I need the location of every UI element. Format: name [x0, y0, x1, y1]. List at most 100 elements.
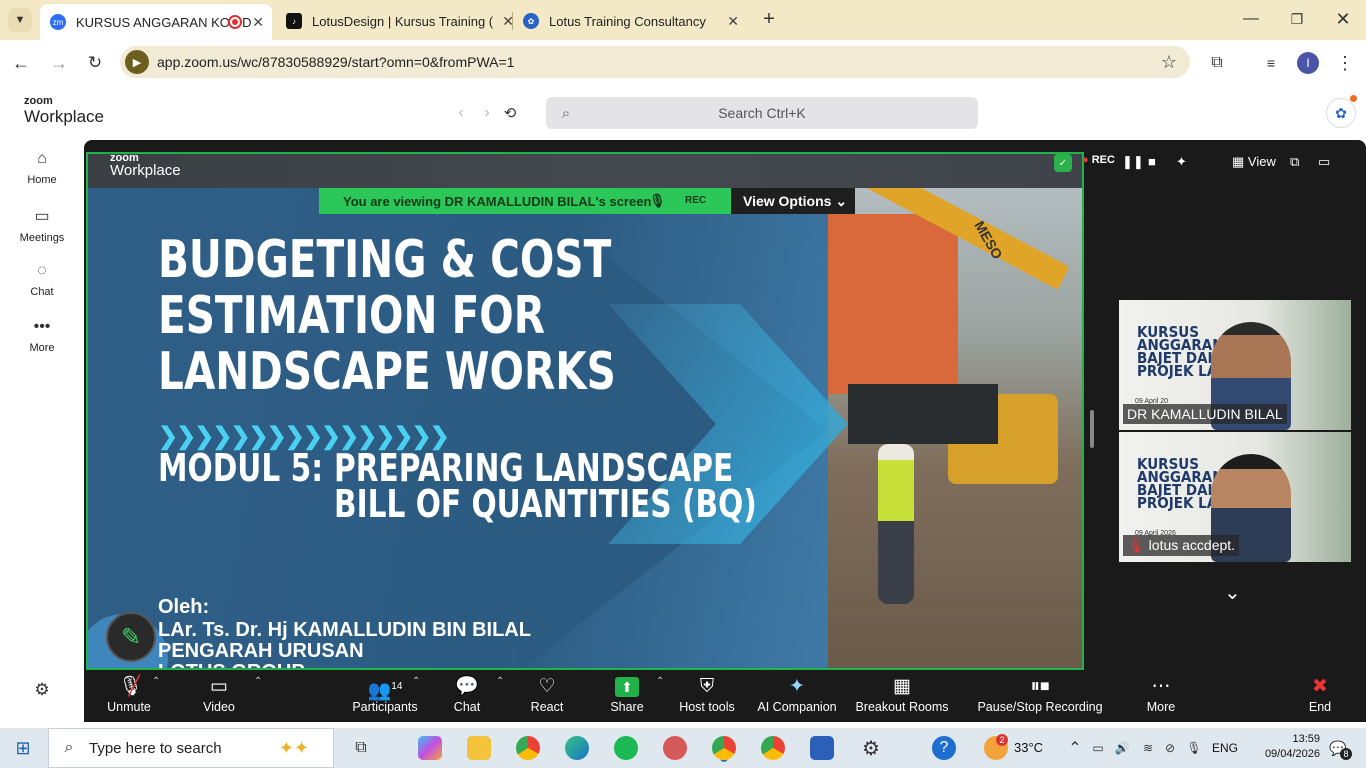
participant-count: 14: [391, 681, 403, 692]
new-tab-icon[interactable]: +: [758, 8, 780, 30]
stop-recording-icon[interactable]: ■: [1148, 154, 1156, 169]
restore-window-icon[interactable]: ❐: [1286, 8, 1308, 30]
view-options-button[interactable]: View Options ⌄: [731, 188, 855, 214]
sidebar-item-label: Home: [27, 174, 57, 186]
close-tab-icon[interactable]: ✕: [252, 14, 264, 31]
security-shield-icon[interactable]: ✓: [1054, 154, 1072, 172]
participant-name-text: lotus accdept.: [1148, 537, 1236, 553]
language-indicator[interactable]: ENG: [1212, 741, 1238, 755]
copilot-icon[interactable]: [418, 736, 442, 760]
chrome-profile-2-icon[interactable]: [761, 736, 785, 760]
back-icon[interactable]: ←: [10, 52, 32, 74]
edge-icon[interactable]: [565, 736, 589, 760]
weather-temperature[interactable]: 33°C: [1014, 740, 1043, 755]
viewing-banner: You are viewing DR KAMALLUDIN BILAL's sc…: [319, 188, 731, 214]
windows-start-icon[interactable]: ⊞: [12, 737, 34, 759]
participant-tile[interactable]: KURSUS ANGGARAN KOS & BAJET DALAM PROJEK…: [1119, 300, 1351, 430]
pause-recording-icon[interactable]: ❚❚: [1122, 154, 1144, 170]
participant-name: 🎙 lotus accdept.: [1123, 535, 1240, 556]
chrome-profile-icon[interactable]: [712, 736, 736, 760]
app-icon[interactable]: [663, 736, 687, 760]
view-button[interactable]: ▦ View: [1232, 154, 1276, 170]
view-label: View: [1247, 154, 1276, 169]
chrome-icon[interactable]: [516, 736, 540, 760]
forward-icon[interactable]: →: [48, 52, 70, 74]
word-icon[interactable]: [810, 736, 834, 760]
more-button[interactable]: ⋯ More: [1106, 674, 1216, 714]
settings-gear-icon[interactable]: ⚙: [32, 680, 52, 700]
control-label: Participants: [352, 700, 418, 714]
tray-battery-icon[interactable]: ▭: [1090, 738, 1106, 758]
help-icon[interactable]: ?: [932, 736, 956, 760]
settings-icon[interactable]: ⚙: [859, 736, 883, 760]
control-label: Chat: [453, 700, 481, 714]
nav-back-icon[interactable]: ‹: [452, 104, 470, 122]
ai-sparkle-icon[interactable]: ✦: [1176, 154, 1187, 170]
sidebar-item-meetings[interactable]: ▭ Meetings: [0, 206, 84, 244]
nav-forward-icon[interactable]: ›: [478, 104, 496, 122]
annotate-pen-icon[interactable]: ✎: [106, 612, 156, 662]
extensions-icon[interactable]: ⧉: [1206, 52, 1228, 74]
site-camera-icon[interactable]: ▶: [125, 50, 149, 74]
grid-icon: ▦: [893, 676, 911, 697]
sidebar-item-more[interactable]: ••• More: [0, 318, 84, 354]
reload-icon[interactable]: ↻: [84, 52, 106, 74]
end-button[interactable]: ✖ End: [1265, 674, 1366, 714]
file-explorer-icon[interactable]: [467, 736, 491, 760]
tray-wifi-icon[interactable]: ≋: [1140, 738, 1156, 758]
tray-mic-icon[interactable]: 🎙: [1186, 738, 1202, 758]
sparkle-icon: ✦: [789, 676, 805, 697]
taskbar-clock[interactable]: 13:59 09/04/2026: [1260, 732, 1320, 762]
control-label: Video: [203, 700, 235, 714]
shared-screen: MESO zoom Workplace BUDGETING & COST EST…: [86, 152, 1084, 670]
viewing-rec-label: REC: [685, 195, 707, 206]
zoom-header: zoom Workplace ‹ › ⟲ ⌕ Search Ctrl+K ✿: [0, 86, 1366, 140]
participant-tile[interactable]: KURSUS ANGGARAN KOS & BAJET DALAM PROJEK…: [1119, 432, 1351, 562]
bookmark-star-icon[interactable]: ☆: [1158, 51, 1180, 73]
pause-stop-recording-button[interactable]: ⏸⏹ Pause/Stop Recording: [970, 674, 1110, 714]
tab-lotus-training[interactable]: ✿ Lotus Training Consultancy ✕: [513, 6, 747, 36]
windows-taskbar: ⊞ ⌕ Type here to search ✦✦ ⧉ ⚙ ? 2 33°C …: [0, 728, 1366, 768]
module-line: PREPARING LANDSCAPE: [333, 446, 734, 490]
slide-org: LOTUS GROUP: [158, 661, 305, 668]
browser-menu-icon[interactable]: ⋮: [1334, 52, 1356, 74]
url-text[interactable]: app.zoom.us/wc/87830588929/start?omn=0&f…: [157, 54, 514, 70]
shared-top-bar: zoom Workplace: [88, 154, 1082, 188]
tab-label: Lotus Training Consultancy: [549, 13, 706, 29]
media-control-icon[interactable]: ≡: [1260, 52, 1282, 74]
zoom-search-input[interactable]: ⌕ Search Ctrl+K: [546, 97, 978, 129]
splitter-handle[interactable]: [1090, 410, 1094, 448]
mic-muted-icon: 🎙: [1127, 537, 1145, 553]
slide-role: PENGARAH URUSAN: [158, 640, 364, 662]
fullscreen-icon[interactable]: ▭: [1318, 154, 1330, 170]
address-field[interactable]: ▶ app.zoom.us/wc/87830588929/start?omn=0…: [120, 46, 1190, 78]
spotify-icon[interactable]: [614, 736, 638, 760]
minimize-window-icon[interactable]: —: [1240, 8, 1262, 30]
close-tab-icon[interactable]: ✕: [727, 13, 739, 30]
sidebar-item-chat[interactable]: ◌ Chat: [0, 262, 84, 298]
breakout-rooms-button[interactable]: ▦ Breakout Rooms: [847, 674, 957, 714]
caret-up-icon[interactable]: ⌃: [254, 676, 262, 687]
sidebar-item-home[interactable]: ⌂ Home: [0, 150, 84, 186]
profile-avatar[interactable]: I: [1297, 52, 1319, 74]
video-button[interactable]: ▭ Video ⌃: [164, 674, 274, 714]
notification-dot: [1350, 95, 1357, 102]
history-icon[interactable]: ⟲: [500, 103, 520, 123]
picture-in-picture-icon[interactable]: ⧉: [1290, 154, 1299, 170]
slide-worker-figure: [878, 444, 914, 604]
tab-search-dropdown-icon[interactable]: ▼: [8, 8, 32, 32]
ai-companion-button[interactable]: ✦ AI Companion: [742, 674, 852, 714]
task-view-icon[interactable]: ⧉: [350, 737, 372, 759]
tray-volume-icon[interactable]: 🔊: [1114, 738, 1130, 758]
close-window-icon[interactable]: ✕: [1332, 8, 1354, 30]
gallery-collapse-icon[interactable]: ⌄: [1224, 580, 1241, 605]
tray-chevron-up-icon[interactable]: ⌃: [1068, 738, 1082, 758]
tab-zoom-meeting[interactable]: zm KURSUS ANGGARAN KOS D ✕: [40, 4, 272, 40]
view-options-label: View Options: [743, 193, 832, 209]
tray-camera-off-icon[interactable]: ⊘: [1162, 738, 1178, 758]
zoom-logo-big: Workplace: [24, 107, 104, 126]
tab-lotusdesign[interactable]: ♪ LotusDesign | Kursus Training ( ✕: [276, 6, 514, 36]
taskbar-search-input[interactable]: ⌕ Type here to search ✦✦: [48, 728, 334, 768]
caret-up-icon[interactable]: ⌃: [152, 676, 160, 687]
account-avatar[interactable]: ✿: [1326, 98, 1356, 128]
